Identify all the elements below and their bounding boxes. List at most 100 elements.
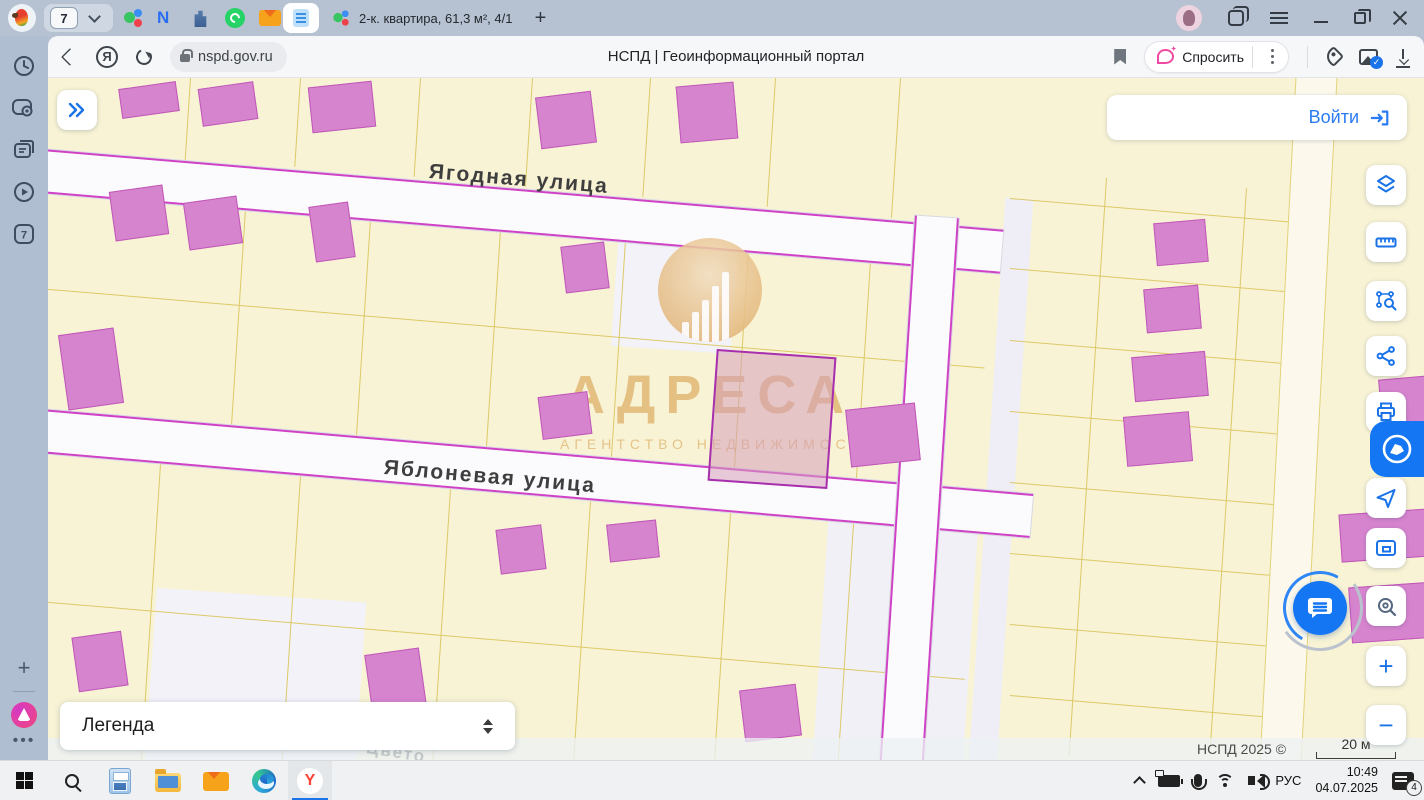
building-footprint[interactable] xyxy=(308,201,355,262)
close-button[interactable] xyxy=(1392,10,1408,26)
map-canvas[interactable]: АДРЕСА АГЕНТСТВО НЕДВИЖИМОСТИ Войти xyxy=(48,78,1424,760)
n-app-pinned-tab[interactable]: N xyxy=(157,8,177,28)
edge-browser-button[interactable] xyxy=(240,761,288,800)
parcel-boundary-line xyxy=(1010,482,1289,507)
parcel-boundary-line xyxy=(414,78,422,177)
building-footprint[interactable] xyxy=(1153,219,1209,266)
file-explorer-button[interactable] xyxy=(144,761,192,800)
user-avatar[interactable] xyxy=(1176,5,1202,31)
divider xyxy=(1307,46,1308,68)
browser-menu-icon[interactable] xyxy=(1270,12,1288,24)
speaker-icon[interactable] xyxy=(1248,776,1255,785)
parcel-boundary-line xyxy=(573,501,591,760)
url-field[interactable]: nspd.gov.ru xyxy=(170,42,287,72)
listing-favicon xyxy=(333,10,350,27)
notification-center-icon[interactable]: 4 xyxy=(1392,772,1414,790)
wifi-icon[interactable] xyxy=(1216,774,1234,788)
back-button[interactable] xyxy=(61,47,79,65)
legend-panel[interactable]: Легенда xyxy=(60,702,515,750)
extension-tag-icon[interactable] xyxy=(1323,46,1344,67)
building-footprint[interactable] xyxy=(71,631,128,692)
zoom-out-button[interactable]: − xyxy=(1366,705,1406,745)
tab-box-seven-icon[interactable]: 7 xyxy=(12,222,36,246)
building-footprint[interactable] xyxy=(1143,285,1202,334)
building-footprint[interactable] xyxy=(58,327,124,410)
chevron-down-icon[interactable] xyxy=(88,10,101,23)
frame-capture-button[interactable] xyxy=(1366,528,1406,568)
nspd-assistant-tab[interactable] xyxy=(1370,421,1424,477)
history-icon[interactable] xyxy=(12,54,36,78)
tray-expand-icon[interactable] xyxy=(1134,776,1147,789)
building-footprint[interactable] xyxy=(183,195,243,250)
browser-profile-avatar[interactable] xyxy=(8,4,36,32)
lock-icon xyxy=(180,54,190,62)
building-footprint[interactable] xyxy=(606,519,660,562)
taskbar-search-button[interactable] xyxy=(48,761,96,800)
chat-widget[interactable] xyxy=(1285,573,1355,643)
language-indicator[interactable]: РУС xyxy=(1275,773,1301,788)
building-footprint[interactable] xyxy=(739,684,802,743)
building-footprint[interactable] xyxy=(535,91,597,149)
selected-parcel[interactable] xyxy=(708,349,837,489)
chat-button[interactable] xyxy=(1293,581,1347,635)
zoom-in-button[interactable]: + xyxy=(1366,646,1406,686)
maximize-button[interactable] xyxy=(1354,12,1366,24)
share-button[interactable] xyxy=(1366,336,1406,376)
layers-button[interactable] xyxy=(1366,165,1406,205)
downloads-button[interactable] xyxy=(1396,49,1410,65)
login-panel[interactable]: Войти xyxy=(1107,95,1407,140)
tab-counter-pill[interactable]: 7 xyxy=(44,4,113,32)
building-footprint[interactable] xyxy=(495,524,546,574)
alice-assistant-icon[interactable] xyxy=(11,702,37,728)
nspd-active-pinned-tab[interactable] xyxy=(283,3,319,33)
clock[interactable]: 10:49 04.07.2025 xyxy=(1315,765,1378,796)
reload-button[interactable] xyxy=(134,46,155,67)
building-footprint[interactable] xyxy=(560,241,609,293)
start-button[interactable] xyxy=(0,761,48,800)
sidebar-more-icon[interactable]: ••• xyxy=(13,732,36,750)
parrot-avatar-icon xyxy=(15,9,28,26)
screenshot-camera-icon[interactable] xyxy=(11,96,37,120)
building-footprint[interactable] xyxy=(845,403,921,468)
battery-icon[interactable] xyxy=(1158,775,1180,787)
building-footprint[interactable] xyxy=(308,81,376,133)
video-play-icon[interactable] xyxy=(12,180,36,204)
building-footprint[interactable] xyxy=(109,184,169,241)
parcel-boundary-line xyxy=(1010,624,1289,649)
building-footprint[interactable] xyxy=(1131,351,1209,402)
feed-cards-icon[interactable] xyxy=(12,138,36,162)
building-footprint[interactable] xyxy=(538,391,593,440)
whatsapp-pinned-tab[interactable] xyxy=(225,8,245,28)
more-options-icon[interactable] xyxy=(1271,55,1274,58)
area-search-button[interactable] xyxy=(1366,281,1406,321)
expand-panel-button[interactable] xyxy=(57,90,97,130)
ruler-button[interactable] xyxy=(1366,222,1406,262)
yandex-services-pinned-tab[interactable] xyxy=(123,8,143,28)
mail-app-button[interactable] xyxy=(192,761,240,800)
address-search-button[interactable] xyxy=(1366,586,1406,626)
mail-pinned-tab[interactable] xyxy=(259,8,279,28)
locate-me-button[interactable] xyxy=(1366,478,1406,518)
building-footprint[interactable] xyxy=(118,81,180,119)
microphone-icon[interactable] xyxy=(1194,774,1202,787)
screenshot-extension-icon[interactable]: ✓ xyxy=(1359,49,1378,65)
yandex-home-button[interactable]: Я xyxy=(96,46,118,68)
building-footprint[interactable] xyxy=(676,82,739,144)
bookmark-icon[interactable] xyxy=(1114,49,1126,65)
building-footprint[interactable] xyxy=(198,81,259,126)
minimize-button[interactable] xyxy=(1314,21,1328,23)
building-app-pinned-tab[interactable] xyxy=(191,8,211,28)
parcel-boundary-line xyxy=(294,78,301,167)
tab-bar: 7 N xyxy=(0,0,1424,36)
new-tab-button[interactable]: + xyxy=(528,7,552,30)
apartment-listing-tab[interactable]: 2-к. квартира, 61,3 м², 4/1 xyxy=(331,8,512,28)
sidebar-add-icon[interactable]: + xyxy=(18,655,31,681)
yandex-browser-button[interactable]: Y xyxy=(288,761,332,800)
parcel-boundary-line xyxy=(1010,198,1289,223)
legend-collapse-icon[interactable] xyxy=(483,719,493,734)
tab-panels-icon[interactable] xyxy=(1228,10,1244,26)
building-footprint[interactable] xyxy=(1123,411,1193,467)
divider xyxy=(1252,46,1253,68)
taskbar-app-button[interactable] xyxy=(96,761,144,800)
ask-ai-button[interactable]: Спросить xyxy=(1144,41,1289,73)
